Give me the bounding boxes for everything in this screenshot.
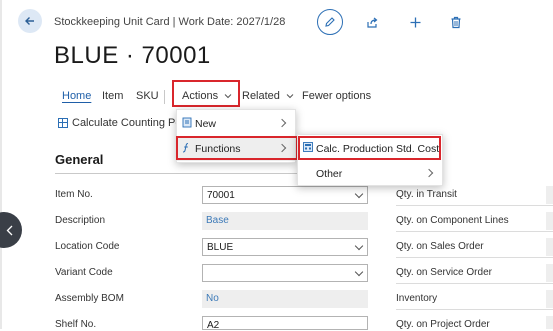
chevron-right-icon — [277, 118, 287, 128]
pencil-icon — [325, 17, 335, 27]
action-bar-divider — [164, 90, 165, 104]
calc-production-highlight-box — [298, 136, 441, 160]
item-no-value: 70001 — [207, 190, 235, 201]
edit-button[interactable] — [317, 9, 343, 35]
label-qty-on-sales-order: Qty. on Sales Order — [396, 241, 484, 252]
right-row-divider — [396, 309, 553, 310]
inventory-field — [546, 290, 553, 308]
tab-related[interactable]: Related — [242, 90, 294, 102]
qty-on-project-order-field — [546, 316, 553, 329]
right-row-divider — [396, 231, 553, 232]
label-qty-in-transit: Qty. in Transit — [396, 189, 457, 200]
menu-item-new[interactable]: New — [177, 112, 295, 136]
collapse-pane-button[interactable] — [0, 212, 22, 248]
shelf-no-value: A2 — [207, 320, 220, 331]
functions-highlight-box — [176, 136, 298, 160]
tab-sku[interactable]: SKU — [136, 90, 159, 102]
right-row-divider — [396, 257, 553, 258]
actions-highlight-box — [172, 80, 240, 107]
location-code-value: BLUE — [207, 242, 234, 253]
label-qty-on-service-order: Qty. on Service Order — [396, 267, 492, 278]
menu-item-new-label: New — [195, 118, 217, 130]
calculate-counting-period-label: Calculate Counting Peri — [72, 117, 188, 129]
tab-related-label: Related — [242, 90, 280, 102]
assembly-bom-value: No — [206, 293, 219, 304]
menu-item-other[interactable]: Other — [298, 162, 442, 186]
qty-on-sales-order-field — [546, 238, 553, 256]
share-button[interactable] — [362, 12, 382, 32]
tab-home[interactable]: Home — [62, 90, 91, 102]
trash-icon — [451, 16, 461, 28]
shelf-no-field[interactable]: A2 — [202, 316, 368, 331]
right-row-divider — [396, 205, 553, 206]
variant-code-field[interactable] — [202, 264, 368, 282]
label-qty-on-component-lines: Qty. on Component Lines — [396, 215, 509, 226]
chevron-right-icon — [424, 168, 434, 178]
back-arrow-icon — [25, 17, 34, 25]
page-title: BLUE · 70001 — [54, 42, 211, 69]
label-variant-code: Variant Code — [55, 267, 113, 278]
label-assembly-bom: Assembly BOM — [55, 293, 124, 304]
chevron-down-icon — [354, 241, 364, 251]
back-button[interactable] — [18, 9, 42, 33]
menu-item-other-label: Other — [316, 168, 343, 180]
qty-on-service-order-field — [546, 264, 553, 282]
qty-on-component-lines-field — [546, 212, 553, 230]
fewer-options-link[interactable]: Fewer options — [302, 90, 371, 102]
delete-button[interactable] — [446, 12, 466, 32]
location-code-field[interactable]: BLUE — [202, 238, 368, 256]
label-description: Description — [55, 215, 106, 226]
assembly-bom-field: No — [202, 290, 368, 308]
description-field: Base — [202, 212, 368, 230]
new-button[interactable] — [405, 12, 425, 32]
label-location-code: Location Code — [55, 241, 120, 252]
label-inventory: Inventory — [396, 293, 438, 304]
calculate-counting-period-button[interactable]: Calculate Counting Peri — [58, 117, 188, 129]
label-shelf-no: Shelf No. — [55, 319, 97, 330]
chevron-down-icon — [354, 189, 364, 199]
section-title-general: General — [55, 152, 104, 167]
plus-icon — [410, 17, 420, 27]
grid-icon — [58, 118, 68, 128]
label-qty-on-project-order: Qty. on Project Order — [396, 319, 490, 330]
window-title: Stockkeeping Unit Card | Work Date: 2027… — [54, 16, 286, 28]
left-edge — [0, 0, 2, 329]
right-row-divider — [396, 283, 553, 284]
description-value: Base — [206, 215, 229, 226]
action-bar: Home Item SKU Actions Related Fewer opti… — [0, 84, 553, 110]
label-item-no: Item No. — [55, 189, 93, 200]
tab-item[interactable]: Item — [102, 90, 123, 102]
chevron-down-icon — [354, 267, 364, 277]
share-icon — [366, 17, 377, 28]
new-doc-icon — [182, 117, 192, 128]
chevron-down-icon — [286, 94, 294, 99]
qty-in-transit-field — [546, 186, 553, 204]
chevron-left-icon — [6, 225, 13, 235]
item-no-field[interactable]: 70001 — [202, 186, 368, 204]
